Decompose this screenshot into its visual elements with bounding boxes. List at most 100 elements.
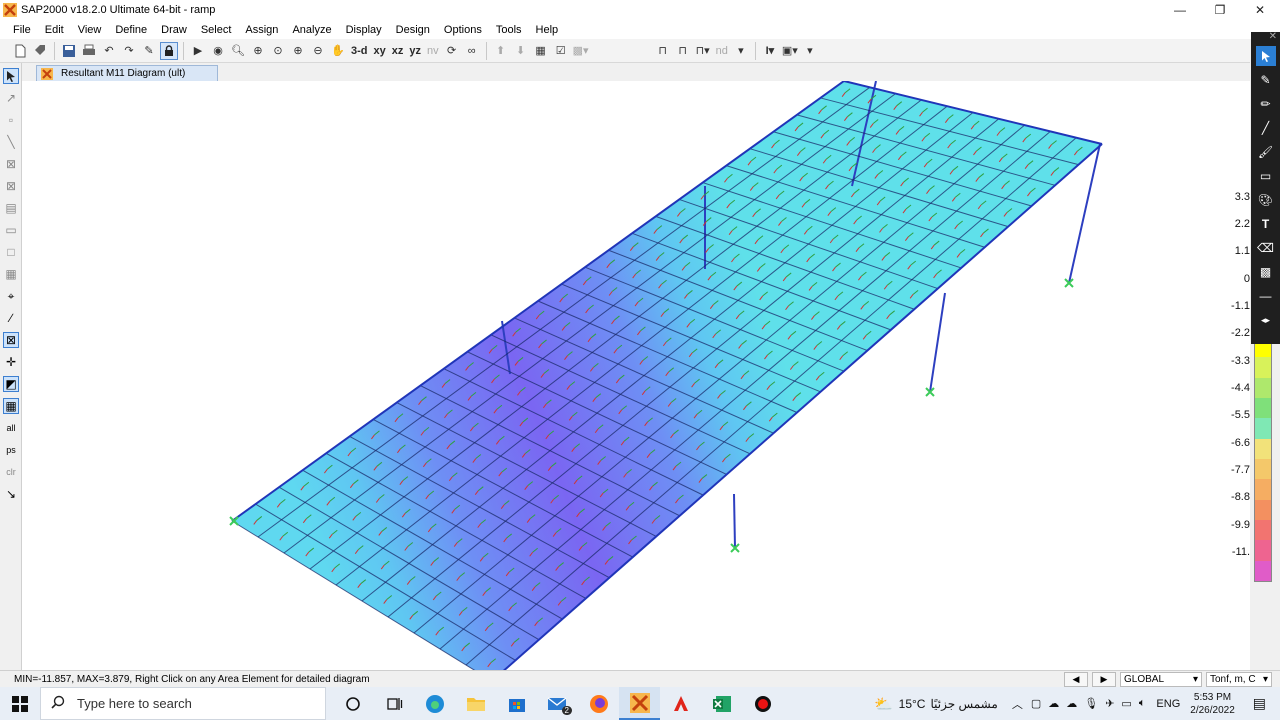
close-button[interactable]: ✕ (1240, 0, 1280, 20)
new-model-icon[interactable] (11, 42, 29, 60)
coordinate-system-select[interactable]: GLOBAL ▾ (1120, 671, 1202, 687)
battery-icon[interactable]: ▭ (1121, 697, 1131, 710)
area-icon[interactable]: ▣▾ (781, 42, 799, 60)
view-xz-button[interactable]: xz (390, 42, 406, 60)
draw-rect-area-icon[interactable]: □ (3, 244, 19, 260)
i-section-icon[interactable]: I▾ (761, 42, 779, 60)
units-select[interactable]: Tonf, m, C ▾ (1206, 671, 1272, 687)
up-arrow-icon[interactable]: ⬆ (492, 42, 510, 60)
draw-frame-icon[interactable]: ╲ (3, 134, 19, 150)
palette-icon[interactable]: 🎨︎ (1256, 190, 1276, 210)
firefox-icon[interactable] (578, 687, 619, 720)
clear-select-icon[interactable]: clr (3, 464, 19, 480)
draw-section-cut-icon[interactable]: ▤ (3, 200, 19, 216)
previous-select-icon[interactable]: ps (3, 442, 19, 458)
rotate-icon[interactable]: ⟳ (443, 42, 461, 60)
select-rect-icon[interactable]: ◩ (3, 376, 19, 392)
text-icon[interactable]: T (1256, 214, 1276, 234)
more-dropdown-icon[interactable]: ▾ (732, 42, 750, 60)
display-dropdown-icon[interactable]: ▩▾ (572, 42, 590, 60)
draw-poly-area-icon[interactable]: ▭ (3, 222, 19, 238)
marker-icon[interactable]: ✏ (1256, 94, 1276, 114)
screen-recorder-icon[interactable] (742, 687, 783, 720)
notifications-icon[interactable]: ▤ (1253, 695, 1266, 712)
expand-icon[interactable]: ◂▸ (1256, 310, 1276, 330)
mail-icon[interactable]: 2 (537, 687, 578, 720)
menu-view[interactable]: View (71, 24, 109, 36)
reshape-icon[interactable]: ↗ (3, 90, 19, 106)
menu-select[interactable]: Select (194, 24, 239, 36)
open-tag-icon[interactable] (31, 42, 49, 60)
frame-dropdown-icon[interactable]: ⊓▾ (694, 42, 712, 60)
next-step-button[interactable]: ▶ (1092, 671, 1116, 687)
panel-close-icon[interactable]: ✕ (1251, 32, 1280, 42)
brush-icon[interactable]: 🖌︎ (1256, 142, 1276, 162)
sap2000-taskbar-icon[interactable] (619, 687, 660, 720)
run-now-icon[interactable]: ◉ (209, 42, 227, 60)
rectangle-icon[interactable]: ▭ (1256, 166, 1276, 186)
taskbar-search-box[interactable]: Type here to search (40, 687, 326, 720)
select-all-icon[interactable]: all (3, 420, 19, 436)
show-hidden-icons-icon[interactable]: ︿ (1012, 696, 1023, 712)
file-explorer-icon[interactable] (455, 687, 496, 720)
excel-icon[interactable] (701, 687, 742, 720)
select-intersect-icon[interactable]: ⊠ (3, 332, 19, 348)
task-view-icon[interactable] (373, 687, 414, 720)
menu-assign[interactable]: Assign (238, 24, 285, 36)
zoom-out-icon[interactable]: ⊖ (309, 42, 327, 60)
perspective-icon[interactable]: ∞ (463, 42, 481, 60)
microphone-icon[interactable]: 🎙︎ (1084, 697, 1098, 710)
line-width-icon[interactable]: — (1256, 286, 1276, 306)
view-nv-button[interactable]: nv (425, 42, 441, 60)
acrobat-icon[interactable] (660, 687, 701, 720)
menu-tools[interactable]: Tools (489, 24, 529, 36)
zoom-restore-icon[interactable]: ⊕ (249, 42, 267, 60)
tab-resultant-m11[interactable]: Resultant M11 Diagram (ult) (36, 65, 218, 81)
pointer-icon[interactable] (3, 68, 19, 84)
show-options-icon[interactable]: ☑ (552, 42, 570, 60)
weather-widget[interactable]: ⛅ 15°C مشمس جزئيًا (874, 695, 998, 713)
menu-analyze[interactable]: Analyze (285, 24, 338, 36)
transparency-icon[interactable]: ▩ (1256, 262, 1276, 282)
select-point-icon[interactable]: ✛ (3, 354, 19, 370)
select-joint-icon[interactable]: ⌖ (3, 288, 19, 304)
snap-icon[interactable]: ↘ (3, 486, 19, 502)
draw-solid-icon[interactable]: ▦ (3, 266, 19, 282)
draw-joint-icon[interactable]: ▫ (3, 112, 19, 128)
menu-file[interactable]: File (6, 24, 38, 36)
microsoft-store-icon[interactable] (496, 687, 537, 720)
print-icon[interactable] (80, 42, 98, 60)
toolbar-overflow-icon[interactable]: ▾ (801, 42, 819, 60)
down-arrow-icon[interactable]: ⬇ (512, 42, 530, 60)
meet-now-icon[interactable]: ▢ (1031, 697, 1041, 710)
menu-define[interactable]: Define (108, 24, 154, 36)
save-icon[interactable] (60, 42, 78, 60)
pan-hand-icon[interactable]: ✋ (329, 42, 347, 60)
menu-options[interactable]: Options (437, 24, 489, 36)
select-line-icon[interactable]: ∕ (3, 310, 19, 326)
onedrive-icon[interactable]: ☁ (1048, 697, 1059, 710)
model-view-canvas[interactable] (22, 81, 1250, 670)
draw-brace-icon[interactable]: ⊠ (3, 178, 19, 194)
run-analysis-icon[interactable]: ▶ (189, 42, 207, 60)
eraser-icon[interactable]: ⌫ (1256, 238, 1276, 258)
nd-button[interactable]: nd (714, 42, 730, 60)
cursor-icon[interactable] (1255, 46, 1276, 66)
windows-start-button[interactable] (0, 687, 40, 720)
zoom-window-icon[interactable]: 🔍︎ (229, 42, 247, 60)
pen-icon[interactable]: ✎ (1256, 70, 1276, 90)
frame-draw-icon[interactable]: ⊓ (654, 42, 672, 60)
set-display-icon[interactable]: ▦ (532, 42, 550, 60)
previous-step-button[interactable]: ◀ (1064, 671, 1088, 687)
view-xy-button[interactable]: xy (372, 42, 388, 60)
line-icon[interactable]: ╱ (1256, 118, 1276, 138)
clock[interactable]: 5:53 PM 2/26/2022 (1190, 691, 1235, 717)
frame-section-icon[interactable]: ⊓ (674, 42, 692, 60)
menu-display[interactable]: Display (339, 24, 389, 36)
lock-icon[interactable] (160, 41, 178, 60)
m11-contour-plot[interactable] (22, 81, 1250, 670)
edge-browser-icon[interactable] (414, 687, 455, 720)
menu-draw[interactable]: Draw (154, 24, 194, 36)
menu-help[interactable]: Help (529, 24, 566, 36)
select-grid-icon[interactable]: ▦ (3, 398, 19, 414)
